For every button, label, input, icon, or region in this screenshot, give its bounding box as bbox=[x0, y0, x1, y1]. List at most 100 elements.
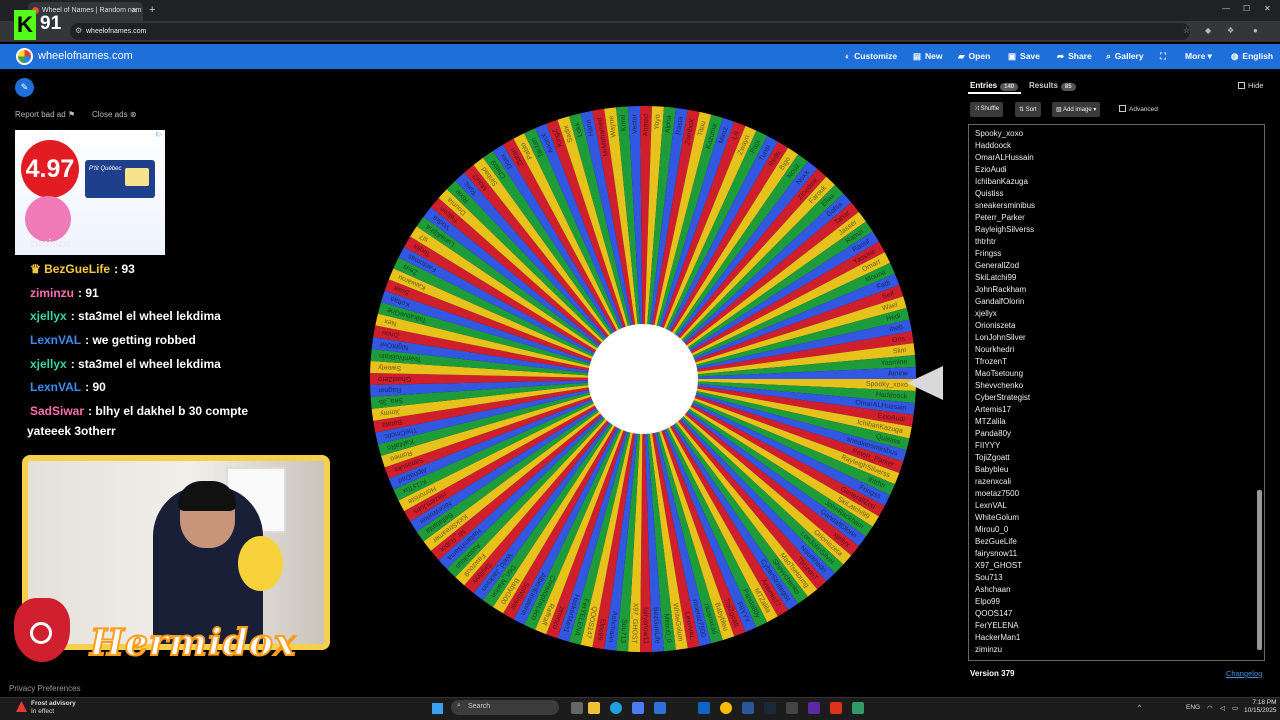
advanced-checkbox[interactable]: Advanced bbox=[1119, 105, 1158, 113]
extension-icon[interactable]: ◆ bbox=[1205, 26, 1211, 35]
results-count-badge: 85 bbox=[1060, 83, 1076, 91]
chat-message: LexnVAL: 90 bbox=[30, 380, 106, 394]
volume-icon[interactable]: ◁ bbox=[1220, 704, 1225, 712]
entry-item: BezGueLife bbox=[975, 537, 1017, 546]
settings-icon[interactable] bbox=[786, 702, 798, 714]
site-info-icon[interactable]: ⚙ bbox=[75, 26, 82, 35]
app-icon[interactable] bbox=[654, 702, 666, 714]
language-button[interactable]: ◍ English bbox=[1231, 51, 1273, 62]
close-tab-icon[interactable]: ✕ bbox=[131, 6, 138, 15]
pointer-arrow-icon bbox=[907, 366, 943, 400]
wheel-label: Ragnar bbox=[377, 386, 401, 394]
wheel-logo-icon[interactable] bbox=[16, 48, 33, 65]
more-menu-button[interactable]: More ▾ bbox=[1185, 51, 1212, 62]
entries-scrollbar[interactable] bbox=[1257, 490, 1262, 650]
share-button[interactable]: ➦ Share bbox=[1057, 51, 1092, 62]
taskbar-clock[interactable]: 7:18 PM 10/15/2025 bbox=[1244, 699, 1277, 715]
gallery-button[interactable]: ⌕ Gallery bbox=[1106, 51, 1144, 62]
site-header: wheelofnames.com ◐ Customize ▤ New ▰ Open ▣… bbox=[0, 44, 1280, 69]
entries-textarea[interactable]: Spooky_xoxo Haddoock OmarALHussain EzioAudi… bbox=[968, 124, 1265, 661]
ad-brand: P'tit Québec bbox=[89, 166, 122, 172]
fullscreen-button[interactable]: ⛶ bbox=[1160, 51, 1166, 62]
language-indicator[interactable]: ENG bbox=[1186, 704, 1200, 711]
privacy-preferences-link[interactable]: Privacy Preferences bbox=[9, 684, 81, 693]
address-bar-row: wheelofnames.com bbox=[0, 21, 1280, 42]
crown-icon: ♛ bbox=[30, 262, 45, 276]
chat-message: xjellyx: sta3mel el wheel lekdima bbox=[30, 309, 221, 323]
new-button[interactable]: ▤ New bbox=[913, 51, 943, 62]
version-label: Version 379 bbox=[970, 669, 1015, 678]
open-button[interactable]: ▰ Open bbox=[958, 51, 990, 62]
share-icon: ➦ bbox=[1057, 51, 1065, 61]
entry-item: TfrozenT bbox=[975, 357, 1008, 366]
tab-entries[interactable]: Entries 140 bbox=[970, 81, 1019, 91]
chat-text: sta3mel el wheel lekdima bbox=[78, 309, 221, 323]
edit-pencil-icon[interactable]: ✎ bbox=[15, 78, 34, 97]
entry-item: CyberStrategist bbox=[975, 393, 1031, 402]
shuffle-button[interactable]: ⤨ Shuffle bbox=[970, 102, 1004, 117]
notepad-icon[interactable] bbox=[852, 702, 864, 714]
screen: Wheel of Names | Random nam ✕ + — ☐ ✕ wh… bbox=[0, 0, 1280, 720]
chevron-down-icon: ▾ bbox=[1205, 51, 1212, 61]
chat-username: LexnVAL bbox=[30, 333, 82, 347]
wheel-center-hub[interactable] bbox=[588, 324, 698, 434]
outlook-icon[interactable] bbox=[698, 702, 710, 714]
chat-username: xjellyx bbox=[30, 357, 67, 371]
word-icon[interactable] bbox=[742, 702, 754, 714]
wifi-icon[interactable]: ◠ bbox=[1207, 704, 1213, 712]
edge-icon[interactable] bbox=[610, 702, 622, 714]
url-text: wheelofnames.com bbox=[86, 28, 147, 35]
checkbox-icon bbox=[1238, 82, 1245, 89]
new-tab-icon[interactable]: + bbox=[149, 4, 155, 16]
customize-button[interactable]: ◐ Customize bbox=[845, 51, 897, 61]
extensions-puzzle-icon[interactable]: ❖ bbox=[1227, 26, 1234, 35]
kick-viewer-badge: K 91 bbox=[14, 10, 72, 40]
battery-icon[interactable]: ▭ bbox=[1232, 704, 1238, 712]
checkbox-icon bbox=[1119, 105, 1126, 112]
entry-item: Mirou0_0 bbox=[975, 525, 1009, 534]
promo-badge bbox=[25, 196, 71, 242]
store-icon[interactable] bbox=[632, 702, 644, 714]
chat-username: LexnVAL bbox=[30, 380, 82, 394]
sort-button[interactable]: ⇅ Sort bbox=[1015, 102, 1041, 117]
save-button[interactable]: ▣ Save bbox=[1008, 51, 1040, 62]
chat-text: 93 bbox=[121, 262, 135, 276]
folder-icon: ▰ bbox=[958, 51, 965, 61]
adchoices-icon[interactable]: i▷ bbox=[156, 131, 162, 138]
hide-checkbox[interactable]: Hide bbox=[1238, 81, 1263, 90]
minimize-icon[interactable]: — bbox=[1222, 4, 1230, 13]
changelog-link[interactable]: Changelog bbox=[1226, 669, 1262, 678]
entry-item: FIIYYY bbox=[975, 441, 1001, 450]
maximize-icon[interactable]: ☐ bbox=[1243, 4, 1250, 13]
streamer-name-logo: Hermidox bbox=[89, 621, 297, 665]
globe-icon: ◍ bbox=[1231, 51, 1239, 61]
taskbar-search[interactable]: ⌕ Search bbox=[451, 700, 559, 715]
steam-icon[interactable] bbox=[764, 702, 776, 714]
entry-item: EzioAudi bbox=[975, 165, 1007, 174]
address-bar[interactable]: wheelofnames.com bbox=[70, 23, 1190, 40]
bookmark-star-icon[interactable]: ☆ bbox=[1183, 26, 1190, 35]
entry-item: sneakersminibus bbox=[975, 201, 1036, 210]
report-ad-link[interactable]: Report bad ad ⚑ bbox=[15, 110, 75, 119]
obs-icon[interactable] bbox=[808, 702, 820, 714]
tab-results[interactable]: Results 85 bbox=[1029, 81, 1076, 91]
windows-start-icon[interactable] bbox=[432, 703, 443, 714]
name-wheel[interactable]: Spooky_xoxoHaddoockOmarALHussainEzioAudi… bbox=[370, 106, 916, 652]
file-explorer-icon[interactable] bbox=[588, 702, 600, 714]
task-view-icon[interactable] bbox=[571, 702, 583, 714]
tray-chevron-icon[interactable]: ^ bbox=[1138, 704, 1141, 711]
site-title[interactable]: wheelofnames.com bbox=[38, 50, 133, 62]
entry-item: JohnRackham bbox=[975, 285, 1027, 294]
add-image-button[interactable]: ▧ Add image ▾ bbox=[1052, 102, 1101, 117]
entry-item: Peterr_Parker bbox=[975, 213, 1025, 222]
chat-message: xjellyx: sta3mel el wheel lekdima bbox=[30, 357, 221, 371]
close-window-icon[interactable]: ✕ bbox=[1264, 4, 1271, 13]
weather-widget[interactable]: Frost advisory In effect bbox=[16, 700, 76, 716]
entry-item: IchibanKazuga bbox=[975, 177, 1028, 186]
profile-avatar-icon[interactable]: ● bbox=[1253, 26, 1258, 35]
chrome-icon[interactable] bbox=[720, 702, 732, 714]
entry-item: MTZalila bbox=[975, 417, 1006, 426]
close-ads-link[interactable]: Close ads ⊗ bbox=[92, 110, 137, 119]
brave-icon[interactable] bbox=[830, 702, 842, 714]
advertisement[interactable]: 4.97 P'tit Québec i▷ bbox=[15, 130, 165, 255]
